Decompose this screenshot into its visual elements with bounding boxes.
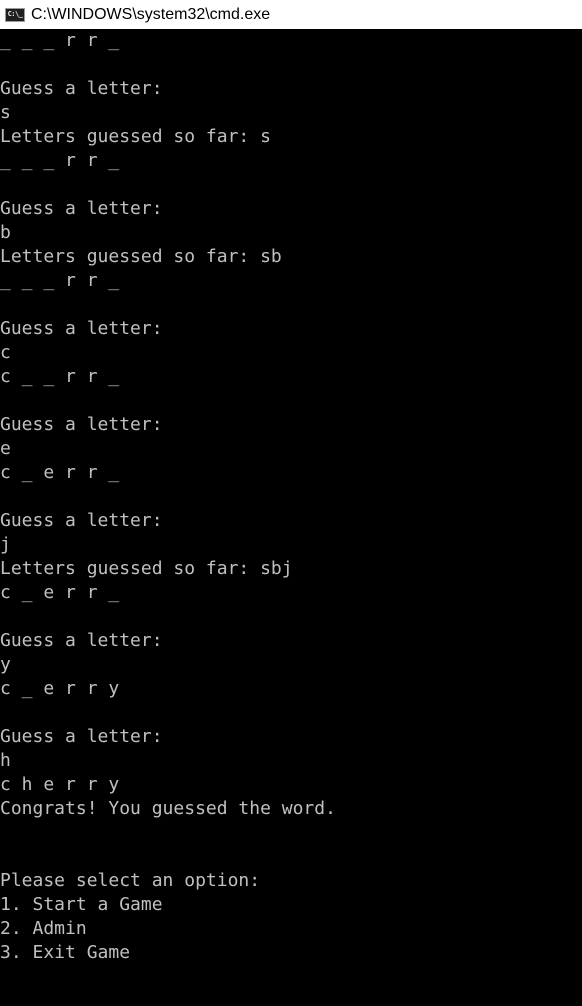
console-line: h (0, 750, 11, 771)
console-line: c h e r r y (0, 774, 120, 795)
console-line: Guess a letter: (0, 726, 163, 747)
console-line: Guess a letter: (0, 318, 163, 339)
console-line: _ _ _ r r _ (0, 150, 120, 171)
console-line: Guess a letter: (0, 414, 163, 435)
cmd-icon-glyph: C:\_ (7, 10, 23, 18)
console-line: _ _ _ r r _ (0, 270, 120, 291)
console-line: c _ _ r r _ (0, 366, 120, 387)
console-line: Guess a letter: (0, 78, 163, 99)
console-line: Letters guessed so far: sb (0, 246, 282, 267)
console-line: c _ e r r _ (0, 462, 120, 483)
console-line: 1. Start a Game (0, 894, 163, 915)
console-line: 3. Exit Game (0, 942, 131, 963)
console-line: c _ e r r _ (0, 582, 120, 603)
console-line: e (0, 438, 11, 459)
console-line: Guess a letter: (0, 630, 163, 651)
console-line: c (0, 342, 11, 363)
console-line: _ _ _ r r _ (0, 30, 120, 51)
console-line: 2. Admin (0, 918, 87, 939)
console-line: Please select an option: (0, 870, 261, 891)
console-line: y (0, 654, 11, 675)
console-line: s (0, 102, 11, 123)
console-line: j (0, 534, 11, 555)
title-bar[interactable]: C:\_ C:\WINDOWS\system32\cmd.exe (0, 0, 582, 29)
console-line: Guess a letter: (0, 198, 163, 219)
window-title: C:\WINDOWS\system32\cmd.exe (31, 5, 271, 23)
console-line: Letters guessed so far: s (0, 126, 271, 147)
console-line: c _ e r r y (0, 678, 120, 699)
console-line: Letters guessed so far: sbj (0, 558, 293, 579)
console-line: Guess a letter: (0, 510, 163, 531)
cmd-icon[interactable]: C:\_ (5, 7, 25, 22)
console-line: b (0, 222, 11, 243)
console-line: Congrats! You guessed the word. (0, 798, 336, 819)
console-output[interactable]: _ _ _ r r _ Guess a letter: s Letters gu… (0, 29, 582, 1006)
